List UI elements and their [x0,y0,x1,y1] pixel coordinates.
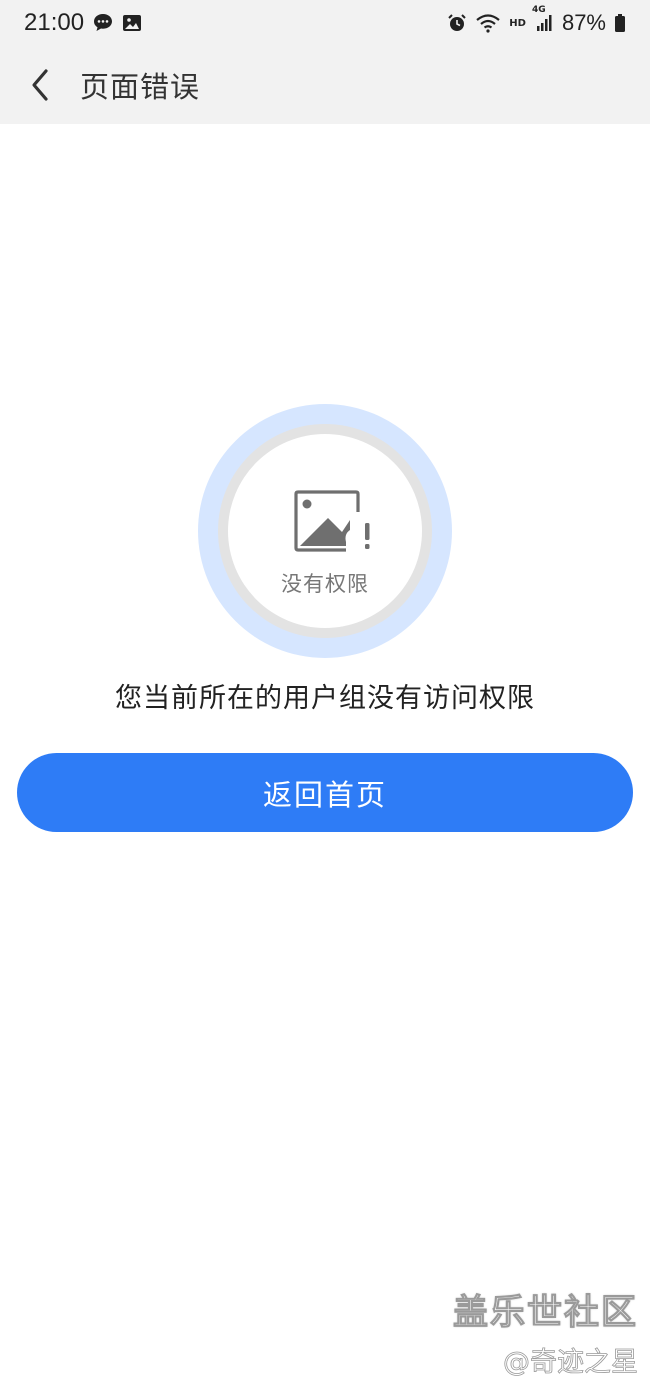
watermark-title: 盖乐世社区 [452,1293,638,1334]
gallery-icon [122,13,142,33]
watermark-author: @奇迹之星 [503,1347,639,1379]
status-bar-right: HD 4G 87% [447,5,626,36]
no-permission-label: 没有权限 [281,572,369,596]
page-title: 页面错误 [80,70,201,104]
status-bar: 21:00 HD 4G 87% [0,0,650,46]
no-permission-graphic: 没有权限 [198,404,452,658]
alarm-icon [447,13,467,33]
header: 页面错误 [0,46,650,124]
chat-bubble-icon [92,12,114,34]
back-button[interactable] [0,46,80,124]
hd-label: HD [509,17,526,29]
battery-percent: 87% [561,10,606,35]
graphic-ring: 没有权限 [218,424,432,638]
status-bar-left: 21:00 [24,9,142,37]
wifi-icon [475,13,501,33]
graphic-inner-circle: 没有权限 [228,434,422,628]
return-home-button[interactable]: 返回首页 [17,753,633,832]
battery-icon [614,13,626,33]
status-time: 21:00 [24,9,85,36]
network-type-label: 4G [531,5,546,15]
signal-icon: 4G [532,5,554,33]
chevron-left-icon [29,68,51,102]
broken-image-icon [294,490,374,558]
error-message: 您当前所在的用户组没有访问权限 [115,683,535,714]
